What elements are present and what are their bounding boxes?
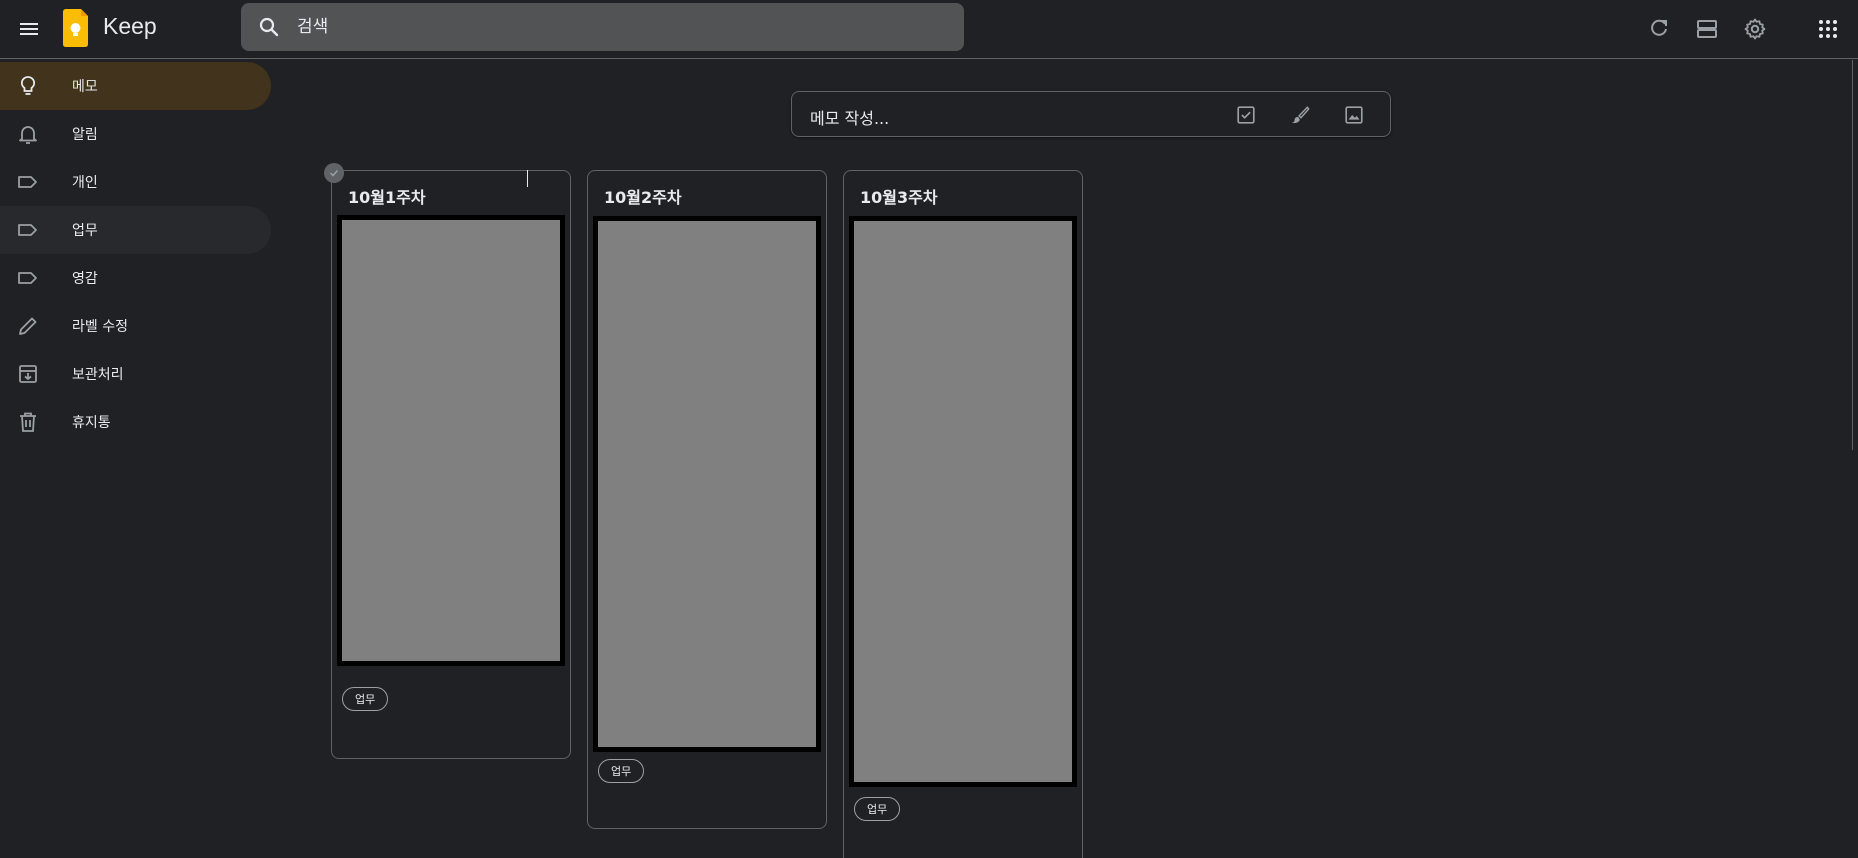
text-cursor: [527, 170, 528, 187]
search-icon[interactable]: [257, 15, 281, 39]
note-card[interactable]: 10월2주차 업무: [587, 170, 827, 829]
hamburger-menu-icon: [20, 23, 38, 35]
sidebar-nav: 메모 알림 개인 업무 영감 라벨 수정 보관처리 휴지통: [0, 62, 280, 446]
search-bar[interactable]: [241, 3, 964, 51]
note-label-chip[interactable]: 업무: [854, 797, 901, 821]
sidebar-item-label: 메모: [72, 79, 98, 95]
trash-icon: [20, 412, 36, 432]
search-input[interactable]: [297, 3, 947, 51]
new-list-button[interactable]: [1228, 97, 1264, 133]
sidebar-item-edit-labels[interactable]: 라벨 수정: [0, 302, 271, 350]
sidebar-item-label: 개인: [72, 175, 98, 191]
list-view-button[interactable]: [1685, 7, 1729, 51]
sidebar-item-label: 영감: [72, 271, 98, 287]
note-card[interactable]: 10월1주차 업무: [324, 163, 571, 759]
lightbulb-icon: [20, 76, 36, 95]
image-icon: [1345, 106, 1363, 124]
checkbox-icon: [1237, 106, 1255, 124]
sidebar-item-label: 알림: [72, 127, 98, 143]
note-image[interactable]: [337, 215, 565, 666]
label-icon: [18, 224, 37, 236]
note-label-chip[interactable]: 업무: [598, 759, 645, 783]
scrollbar-thumb[interactable]: [1852, 60, 1856, 450]
sidebar-item-label: 보관처리: [72, 367, 124, 383]
note-title[interactable]: 10월3주차: [860, 184, 938, 208]
note-title[interactable]: 10월2주차: [604, 184, 682, 208]
refresh-icon: [1651, 19, 1667, 36]
check-icon: [329, 169, 339, 177]
note-image[interactable]: [593, 216, 821, 752]
take-note-bar[interactable]: 메모 작성...: [791, 91, 1391, 137]
sidebar-item-label: 라벨 수정: [72, 319, 128, 335]
sidebar-item-work[interactable]: 업무: [0, 206, 271, 254]
sidebar-item-label: 휴지통: [72, 415, 111, 431]
sidebar-item-label: 업무: [72, 223, 98, 239]
take-note-placeholder[interactable]: 메모 작성...: [810, 105, 889, 129]
list-view-icon: [1697, 20, 1717, 38]
settings-button[interactable]: [1733, 7, 1777, 51]
sidebar-item-inspiration[interactable]: 영감: [0, 254, 271, 302]
gear-icon: [1744, 18, 1766, 40]
apps-button[interactable]: [1806, 7, 1850, 51]
label-icon: [18, 272, 37, 284]
sidebar-item-memo[interactable]: 메모: [0, 62, 271, 110]
archive-icon: [19, 365, 37, 383]
sidebar-item-personal[interactable]: 개인: [0, 158, 271, 206]
refresh-button[interactable]: [1637, 7, 1681, 51]
note-label-chip[interactable]: 업무: [342, 687, 389, 711]
bell-icon: [19, 126, 37, 144]
note-title[interactable]: 10월1주차: [348, 184, 426, 208]
app-header: Keep: [0, 0, 1858, 59]
keep-logo-icon[interactable]: [61, 8, 89, 48]
sidebar-item-archive[interactable]: 보관처리: [0, 350, 271, 398]
brand-name[interactable]: Keep: [103, 13, 157, 40]
main-menu-button[interactable]: [9, 9, 49, 49]
label-icon: [18, 176, 37, 188]
note-card[interactable]: 10월3주차 업무: [843, 170, 1083, 858]
pencil-icon: [19, 317, 37, 335]
sidebar-item-reminders[interactable]: 알림: [0, 110, 271, 158]
new-image-note-button[interactable]: [1336, 97, 1372, 133]
new-drawing-button[interactable]: [1282, 97, 1318, 133]
select-note-button[interactable]: [324, 163, 344, 183]
sidebar-item-trash[interactable]: 휴지통: [0, 398, 271, 446]
note-image[interactable]: [849, 216, 1077, 787]
apps-grid-icon: [1819, 20, 1837, 38]
brush-icon: [1291, 106, 1310, 124]
